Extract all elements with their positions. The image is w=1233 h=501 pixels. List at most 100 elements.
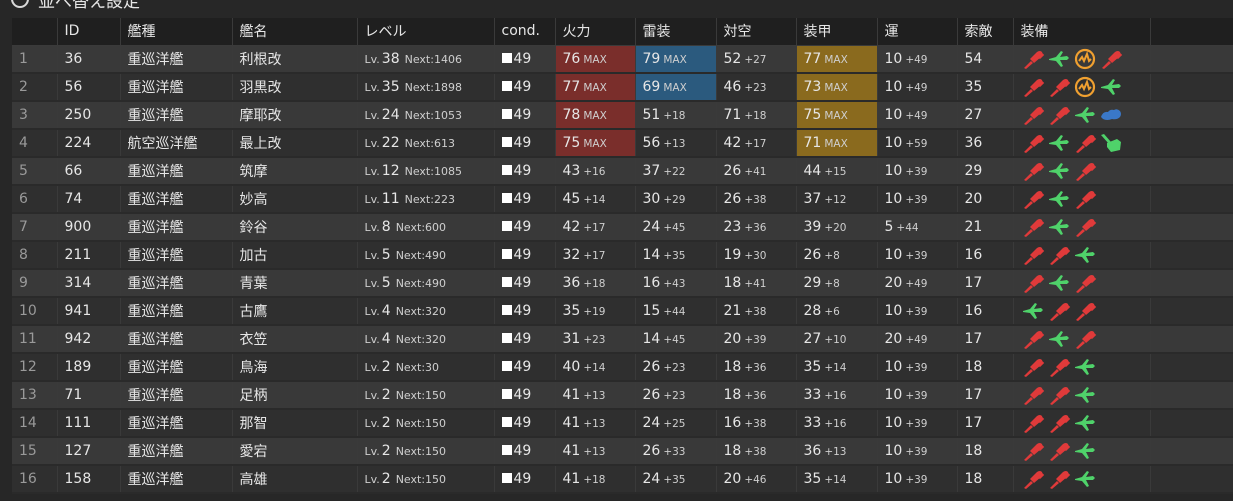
col-header-antiair[interactable]: 対空 (716, 18, 797, 46)
table-row[interactable]: 4 224 航空巡洋艦 最上改 Lv. 22 Next:613 49 75 MAX 56 +13 42 +… (12, 129, 1233, 158)
equip-sonar-icon[interactable] (1099, 104, 1123, 126)
table-row[interactable]: 10 941 重巡洋艦 古鷹 Lv. 4 Next:320 49 35 +19 15 +44 21 +38… (12, 297, 1233, 326)
equip-plane-icon[interactable] (1047, 188, 1071, 210)
equip-gun-icon[interactable] (1047, 300, 1071, 322)
table-row[interactable]: 2 56 重巡洋艦 羽黒改 Lv. 35 Next:1898 49 77 MAX 69 MAX 46 +2… (12, 73, 1233, 102)
equip-gun-icon[interactable] (1047, 384, 1071, 406)
equip-gun-icon[interactable] (1021, 76, 1045, 98)
col-header-los[interactable]: 索敵 (957, 18, 1014, 46)
equip-radar-icon[interactable] (1073, 48, 1097, 70)
ship-name: 加古 (232, 241, 358, 270)
sort-settings-radio[interactable] (11, 0, 29, 8)
table-row[interactable]: 13 71 重巡洋艦 足柄 Lv. 2 Next:150 49 41 +13 26 +23 18 +36 3… (12, 381, 1233, 410)
equip-gun-icon[interactable] (1073, 272, 1097, 294)
col-header-id[interactable]: ID (57, 18, 121, 46)
ship-id: 66 (57, 157, 121, 186)
equip-gun-icon[interactable] (1047, 440, 1071, 462)
equip-plane-icon[interactable] (1073, 440, 1097, 462)
table-row[interactable]: 12 189 重巡洋艦 鳥海 Lv. 2 Next:30 49 40 +14 26 +23 18 +36 3… (12, 353, 1233, 382)
col-header-luck[interactable]: 運 (877, 18, 958, 46)
equip-plane-icon[interactable] (1047, 216, 1071, 238)
torpedo-value: 24 (642, 219, 661, 235)
table-row[interactable]: 1 36 重巡洋艦 利根改 Lv. 38 Next:1406 49 76 MAX 79 MAX 52 +2… (12, 45, 1233, 74)
firepower-value: 32 (562, 247, 581, 263)
equip-gun-icon[interactable] (1073, 328, 1097, 350)
table-row[interactable]: 11 942 重巡洋艦 衣笠 Lv. 4 Next:320 49 31 +23 14 +45 20 +39… (12, 325, 1233, 354)
table-row[interactable]: 5 66 重巡洋艦 筑摩 Lv. 12 Next:1085 49 43 +16 37 +22 26 +41… (12, 157, 1233, 186)
equip-plane-icon[interactable] (1047, 328, 1071, 350)
equip-gun-icon[interactable] (1021, 412, 1045, 434)
col-header-torpedo[interactable]: 雷装 (635, 18, 717, 46)
equip-gun-icon[interactable] (1021, 48, 1045, 70)
equip-plane-icon[interactable] (1073, 244, 1097, 266)
equip-plane-icon[interactable] (1099, 76, 1123, 98)
equip-gun-icon[interactable] (1021, 188, 1045, 210)
equip-plane-icon[interactable] (1021, 300, 1045, 322)
equip-gun-icon[interactable] (1021, 468, 1045, 490)
cond-square-icon (501, 473, 512, 483)
equip-gun-icon[interactable] (1073, 216, 1097, 238)
equip-plane-icon[interactable] (1073, 356, 1097, 378)
table-row[interactable]: 8 211 重巡洋艦 加古 Lv. 5 Next:490 49 32 +17 14 +35 19 +30 2… (12, 241, 1233, 270)
firepower-modifier: +13 (583, 446, 606, 458)
equip-gun-icon[interactable] (1073, 132, 1097, 154)
table-row[interactable]: 9 314 重巡洋艦 青葉 Lv. 5 Next:490 49 36 +18 16 +43 18 +41 2… (12, 269, 1233, 298)
equip-gun-icon[interactable] (1047, 356, 1071, 378)
equip-gun-icon[interactable] (1047, 76, 1071, 98)
level-value: 35 (381, 79, 400, 95)
firepower-modifier: MAX (583, 82, 607, 94)
equip-gun-icon[interactable] (1073, 160, 1097, 182)
equip-gun-icon[interactable] (1021, 244, 1045, 266)
col-header-ship-name[interactable]: 艦名 (232, 18, 358, 46)
equip-gun-icon[interactable] (1021, 132, 1045, 154)
equip-gun-icon[interactable] (1099, 48, 1123, 70)
col-header-rownum[interactable] (12, 18, 58, 46)
equip-plane-icon[interactable] (1073, 412, 1097, 434)
equip-aagun-icon[interactable] (1099, 132, 1123, 154)
col-header-armor[interactable]: 装甲 (796, 18, 878, 46)
col-header-firepower[interactable]: 火力 (555, 18, 636, 46)
los-value: 16 (957, 297, 1014, 326)
equip-gun-icon[interactable] (1021, 440, 1045, 462)
equip-plane-icon[interactable] (1073, 468, 1097, 490)
equip-gun-icon[interactable] (1021, 104, 1045, 126)
col-header-level[interactable]: レベル (357, 18, 495, 46)
col-header-equipment[interactable]: 装備 (1013, 18, 1151, 46)
equip-plane-icon[interactable] (1047, 160, 1071, 182)
level-prefix: Lv. (364, 165, 380, 178)
equip-plane-icon[interactable] (1073, 384, 1097, 406)
equip-gun-icon[interactable] (1073, 300, 1097, 322)
equip-gun-icon[interactable] (1047, 244, 1071, 266)
equip-gun-icon[interactable] (1021, 272, 1045, 294)
equip-gun-icon[interactable] (1021, 328, 1045, 350)
equip-plane-icon[interactable] (1047, 132, 1071, 154)
equip-plane-icon[interactable] (1047, 272, 1071, 294)
firepower-modifier: +17 (583, 250, 606, 262)
table-row[interactable]: 7 900 重巡洋艦 鈴谷 Lv. 8 Next:600 49 42 +17 24 +45 23 +36 3… (12, 213, 1233, 242)
table-row[interactable]: 16 158 重巡洋艦 高雄 Lv. 2 Next:150 49 41 +18 24 +35 20 +46… (12, 465, 1233, 494)
equip-gun-icon[interactable] (1047, 412, 1071, 434)
equip-gun-icon[interactable] (1021, 384, 1045, 406)
equip-gun-icon[interactable] (1047, 468, 1071, 490)
row-number: 10 (12, 297, 58, 326)
equip-plane-icon[interactable] (1047, 48, 1071, 70)
table-row[interactable]: 3 250 重巡洋艦 摩耶改 Lv. 24 Next:1053 49 78 MAX 51 +18 71 +… (12, 101, 1233, 130)
col-header-cond[interactable]: cond. (494, 18, 556, 46)
table-row[interactable]: 6 74 重巡洋艦 妙高 Lv. 11 Next:223 49 45 +14 30 +29 26 +38 3… (12, 185, 1233, 214)
torpedo-modifier: +23 (663, 362, 686, 374)
table-row[interactable]: 15 127 重巡洋艦 愛宕 Lv. 2 Next:150 49 41 +13 26 +33 18 +38… (12, 437, 1233, 466)
col-header-extra[interactable] (1150, 18, 1233, 46)
firepower-cell: 35 +19 (555, 297, 636, 326)
equip-gun-icon[interactable] (1021, 160, 1045, 182)
equip-radar-icon[interactable] (1073, 76, 1097, 98)
sort-settings-label[interactable]: 並べ替え設定 (38, 0, 140, 12)
equip-plane-icon[interactable] (1073, 104, 1097, 126)
equip-gun-icon[interactable] (1073, 188, 1097, 210)
table-row[interactable]: 14 111 重巡洋艦 那智 Lv. 2 Next:150 49 41 +13 24 +25 16 +38… (12, 409, 1233, 438)
equip-gun-icon[interactable] (1047, 104, 1071, 126)
next-prefix: Next: (404, 81, 434, 94)
equip-gun-icon[interactable] (1021, 216, 1045, 238)
armor-modifier: +16 (824, 418, 847, 430)
col-header-ship-type[interactable]: 艦種 (120, 18, 233, 46)
equip-gun-icon[interactable] (1021, 356, 1045, 378)
